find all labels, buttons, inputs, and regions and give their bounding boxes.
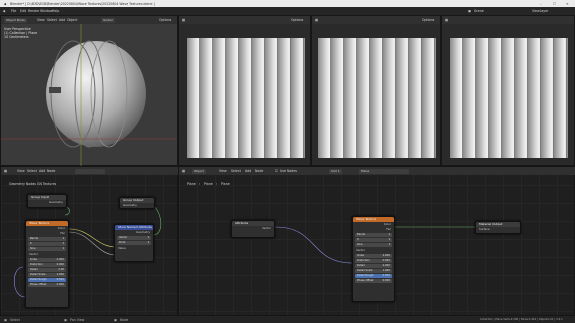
title-bar: ◆ Blender* [ D:\B3D\B3D\Blender\20220804… <box>0 0 575 7</box>
editor-type-icon[interactable]: ▦ <box>445 18 448 22</box>
detail-roughness-field[interactable]: Detail Rough 0.500 <box>28 278 66 282</box>
window-title: Blender* [ D:\B3D\B3D\Blender\20220804\W… <box>10 1 155 6</box>
options-dropdown[interactable]: Options <box>291 18 303 22</box>
detail-roughness-field[interactable]: Detail Rough 0.500 <box>355 274 392 278</box>
menu-window[interactable]: Window <box>40 9 53 13</box>
menu-add[interactable]: Add <box>59 18 65 22</box>
menu-bar: ◆ File Edit Render Window Help Layout Mo… <box>0 7 575 25</box>
input-value: Value <box>118 246 126 250</box>
input-vector: Vector <box>29 252 38 256</box>
data-type-dropdown[interactable]: Vector ▾ <box>117 236 151 240</box>
phase-offset-field[interactable]: Phase Offset 0.000 <box>28 283 66 287</box>
status-hint: Pan View <box>70 317 85 322</box>
input-vector: Vector <box>356 248 365 252</box>
status-bar: ▣ Select ▣ Pan View ▣ Node Collection | … <box>0 316 575 323</box>
object-mode-selector[interactable]: Object Mode <box>4 17 27 23</box>
scale-field[interactable]: Scale 2.000 <box>28 258 66 262</box>
store-attribute-node[interactable]: Store Named Attribute Geometry Vector ▾ P… <box>114 224 154 262</box>
viewport-render-4[interactable]: ▦ <box>441 15 575 166</box>
output-vector: Vector <box>262 226 271 230</box>
menu-help[interactable]: Help <box>52 9 59 13</box>
output-geometry: Geometry <box>136 230 150 234</box>
viewport-header: ▦ Options <box>312 16 440 24</box>
mouse-left-icon: ▣ <box>4 317 8 322</box>
geometry-node-editor[interactable]: ▦ View Select Add Node Geometry Nodes › … <box>0 166 179 316</box>
profile-dropdown[interactable]: Sine ▾ <box>28 247 66 251</box>
maximize-button[interactable]: ☐ <box>553 2 556 6</box>
wave-texture-preview <box>187 38 305 158</box>
blender-logo-icon: ◆ <box>4 1 7 6</box>
minimize-button[interactable]: – <box>540 2 542 6</box>
view-layer-selector[interactable]: ViewLayer <box>532 9 548 13</box>
options-dropdown[interactable]: Options <box>159 18 171 22</box>
scene-statistics: Collection | Plane Verts:2,500 | Faces:2… <box>480 317 563 321</box>
blender-menu-icon[interactable]: ◆ <box>3 9 5 13</box>
output-fac: Fac <box>386 227 391 231</box>
viewport-header: ▦ <box>442 16 574 24</box>
viewport-3d-main[interactable]: Object Mode View Select Add Object Globa… <box>0 15 178 166</box>
menu-file[interactable]: File <box>11 9 16 13</box>
direction-dropdown[interactable]: X ▾ <box>355 238 392 242</box>
mouse-middle-icon: ▣ <box>64 317 68 322</box>
group-output-node[interactable]: Group Output Geometry <box>119 197 155 209</box>
viewport-render-2[interactable]: ▦ Options <box>178 15 311 166</box>
menu-view[interactable]: View <box>37 18 45 22</box>
phase-offset-field[interactable]: Phase Offset 0.000 <box>355 279 392 283</box>
material-output-node[interactable]: Material Output Surface <box>475 221 521 234</box>
input-surface: Surface <box>479 227 490 231</box>
viewport-header: ▦ Options <box>179 16 310 24</box>
mouse-right-icon: ▣ <box>114 317 118 322</box>
node-input-label: Geometry <box>123 203 137 207</box>
detail-scale-field[interactable]: Detail Scale 1.000 <box>355 269 392 273</box>
wave-texture-preview <box>450 38 568 158</box>
domain-dropdown[interactable]: Point ▾ <box>117 241 151 245</box>
menu-edit[interactable]: Edit <box>20 9 26 13</box>
shader-node-editor[interactable]: ▦ Object View Select Add Node ☑ Use Node… <box>178 166 575 316</box>
wave-texture-node[interactable]: Wave Texture Color Fac Bands ▾ X ▾ Sine ▾ V… <box>25 220 69 308</box>
direction-dropdown[interactable]: X ▾ <box>28 242 66 246</box>
editor-type-icon[interactable]: ▦ <box>315 18 318 22</box>
profile-dropdown[interactable]: Sine ▾ <box>355 243 392 247</box>
detail-scale-field[interactable]: Detail Scale 1.000 <box>28 273 66 277</box>
wave-type-dropdown[interactable]: Bands ▾ <box>28 237 66 241</box>
viewport-render-3[interactable]: ▦ Options <box>311 15 441 166</box>
sphere-render <box>1 24 177 166</box>
close-button[interactable]: ✕ <box>566 2 569 6</box>
menu-object[interactable]: Object <box>67 18 77 22</box>
distortion-field[interactable]: Distortion 0.000 <box>355 259 392 263</box>
editor-type-icon[interactable]: ▦ <box>182 18 185 22</box>
transform-orientation[interactable]: Global <box>101 17 115 23</box>
wave-texture-preview <box>318 38 436 158</box>
node-output-label: Geometry <box>49 200 63 204</box>
scale-field[interactable]: Scale 2.000 <box>355 254 392 258</box>
menu-render[interactable]: Render <box>28 9 39 13</box>
output-fac: Fac <box>60 231 65 235</box>
status-hint: Node <box>120 317 129 322</box>
status-hint: Select <box>10 317 20 322</box>
distortion-field[interactable]: Distortion 0.000 <box>28 263 66 267</box>
options-dropdown[interactable]: Options <box>422 18 434 22</box>
wave-type-dropdown[interactable]: Bands ▾ <box>355 233 392 237</box>
menu-select[interactable]: Select <box>47 18 57 22</box>
scene-selector[interactable]: Scene <box>474 9 484 13</box>
detail-field[interactable]: Detail 2.00 <box>28 268 66 272</box>
detail-field[interactable]: Detail 2.000 <box>355 264 392 268</box>
viewport-header: Object Mode View Select Add Object Globa… <box>1 16 177 24</box>
attribute-node[interactable]: Attribute Vector <box>231 220 275 238</box>
group-input-node[interactable]: Group Input Geometry <box>27 194 67 208</box>
scene-icon: ▣ <box>468 9 472 13</box>
wave-texture-node[interactable]: Wave Texture Color Fac Bands ▾ X ▾ Sine ▾ V… <box>352 216 395 302</box>
